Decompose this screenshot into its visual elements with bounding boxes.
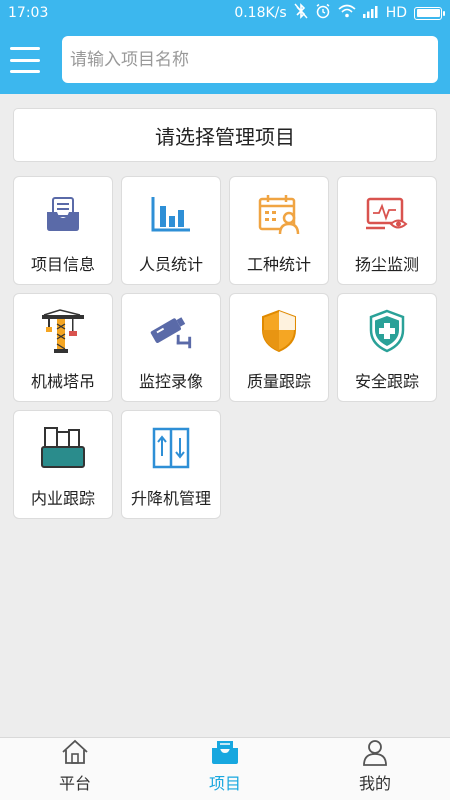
- tile-safety-tracking[interactable]: 安全跟踪: [337, 293, 437, 402]
- tile-quality-tracking[interactable]: 质量跟踪: [229, 293, 329, 402]
- tile-label: 扬尘监测: [354, 255, 419, 274]
- tile-label: 安全跟踪: [354, 372, 419, 391]
- menu-line: [10, 58, 40, 62]
- nav-projects[interactable]: 项目: [150, 738, 300, 800]
- top-bar: 17:03 0.18K/s HD: [0, 0, 450, 94]
- inbox-icon: [40, 191, 86, 237]
- menu-line: [10, 47, 40, 50]
- tile-label: 质量跟踪: [246, 372, 311, 391]
- tray-icon: [210, 738, 240, 766]
- tower-crane-icon: [40, 308, 86, 354]
- tile-internal-tracking[interactable]: 内业跟踪: [13, 410, 113, 519]
- select-project-button[interactable]: 请选择管理项目: [13, 108, 437, 162]
- tile-personnel-stats[interactable]: 人员统计: [121, 176, 221, 285]
- surveillance-camera-icon: [148, 308, 194, 354]
- bar-chart-icon: [148, 191, 194, 237]
- tile-label: 升降机管理: [130, 489, 211, 508]
- status-bar: 17:03 0.18K/s HD: [0, 0, 450, 26]
- search-input[interactable]: [62, 36, 438, 83]
- network-speed: 0.18K/s: [234, 5, 287, 21]
- network-type: HD: [385, 5, 407, 21]
- home-icon: [60, 738, 90, 766]
- menu-line: [10, 70, 40, 73]
- tile-surveillance[interactable]: 监控录像: [121, 293, 221, 402]
- signal-icon: [362, 5, 379, 22]
- battery-icon: [414, 6, 445, 20]
- wifi-icon: [338, 4, 356, 22]
- shield-cross-icon: [364, 308, 410, 354]
- nav-label: 我的: [358, 774, 391, 793]
- tile-label: 工种统计: [246, 255, 311, 274]
- tile-label: 监控录像: [138, 372, 203, 391]
- shield-icon: [256, 308, 302, 354]
- tile-dust-monitoring[interactable]: 扬尘监测: [337, 176, 437, 285]
- module-grid: 项目信息 人员统计 工种统计 扬尘监测 机械塔吊 监控录像 质量跟踪 安全跟踪 …: [13, 176, 437, 519]
- tile-label: 内业跟踪: [30, 489, 95, 508]
- monitor-eye-icon: [364, 191, 410, 237]
- tile-label: 机械塔吊: [30, 372, 95, 391]
- status-icons: 0.18K/s HD: [234, 3, 445, 23]
- nav-label: 平台: [58, 774, 91, 793]
- bluetooth-off-icon: [294, 3, 308, 23]
- user-icon: [360, 738, 390, 766]
- nav-me[interactable]: 我的: [300, 738, 450, 800]
- bottom-nav: 平台 项目 我的: [0, 737, 450, 800]
- elevator-icon: [148, 425, 194, 471]
- alarm-icon: [315, 3, 331, 23]
- files-box-icon: [40, 425, 86, 471]
- status-time: 17:03: [8, 5, 49, 21]
- tile-elevator-management[interactable]: 升降机管理: [121, 410, 221, 519]
- tile-label: 项目信息: [30, 255, 95, 274]
- tile-project-info[interactable]: 项目信息: [13, 176, 113, 285]
- nav-label: 项目: [208, 774, 241, 793]
- menu-button[interactable]: [10, 47, 40, 73]
- nav-platform[interactable]: 平台: [0, 738, 150, 800]
- tile-tower-crane[interactable]: 机械塔吊: [13, 293, 113, 402]
- tile-trade-stats[interactable]: 工种统计: [229, 176, 329, 285]
- tile-label: 人员统计: [138, 255, 203, 274]
- calendar-person-icon: [256, 191, 302, 237]
